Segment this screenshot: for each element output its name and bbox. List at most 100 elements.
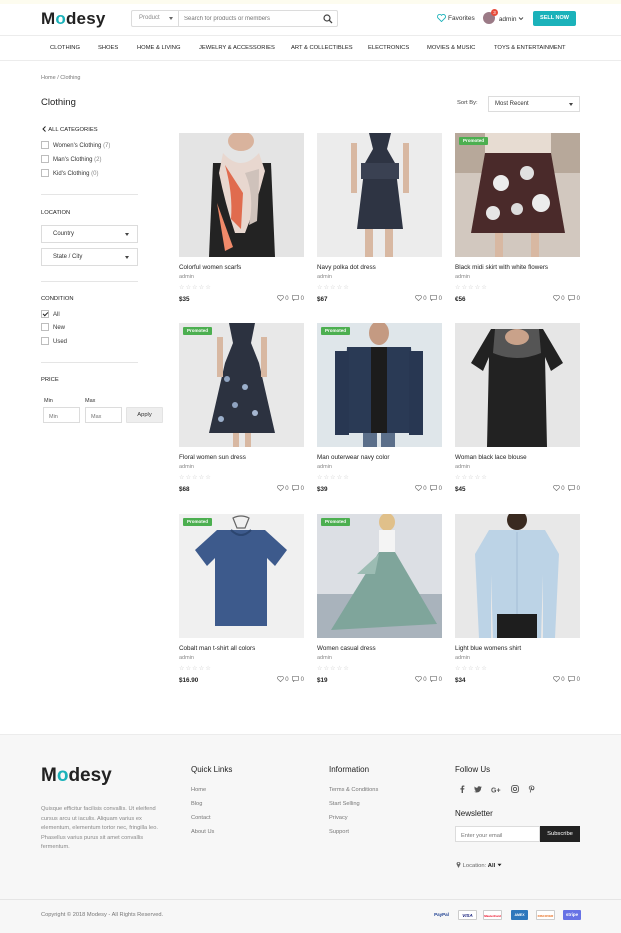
product-card[interactable]: Light blue womens shirt admin ☆☆☆☆☆ $34 …	[455, 514, 580, 689]
apply-button[interactable]: Apply	[126, 407, 163, 423]
product-card[interactable]: Promoted Black midi skirt with white flo…	[455, 133, 580, 308]
all-categories-link[interactable]: ALL CATEGORIES	[42, 126, 98, 133]
nav-item-shoes[interactable]: SHOES	[98, 45, 118, 51]
location-selector[interactable]: Location: All	[456, 861, 502, 869]
checkbox[interactable]	[41, 155, 49, 163]
heart-icon[interactable]	[414, 485, 422, 492]
product-card[interactable]: Promoted Man outerwear navy color admin …	[317, 323, 442, 498]
country-select[interactable]: Country	[41, 225, 138, 243]
product-image[interactable]: Promoted	[317, 323, 442, 447]
product-title[interactable]: Colorful women scarfs	[179, 264, 241, 271]
product-card[interactable]: Colorful women scarfs admin ☆☆☆☆☆ $35 0 …	[179, 133, 304, 308]
heart-icon[interactable]	[552, 295, 560, 302]
product-card[interactable]: Promoted Floral women sun dress admin ☆☆…	[179, 323, 304, 498]
search-icon[interactable]	[323, 14, 333, 24]
product-card[interactable]: Promoted Women casual dress admin ☆☆☆☆☆ …	[317, 514, 442, 689]
footer-link-contact[interactable]: Contact	[191, 815, 211, 821]
product-card[interactable]: Woman black lace blouse admin ☆☆☆☆☆ $45 …	[455, 323, 580, 498]
checkbox[interactable]	[41, 337, 49, 345]
nav-item-toys[interactable]: TOYS & ENTERTAINMENT	[494, 45, 566, 51]
state-city-select[interactable]: State / City	[41, 248, 138, 266]
product-seller[interactable]: admin	[179, 655, 194, 661]
sort-selected-value: Most Recent	[495, 101, 529, 107]
checkbox[interactable]	[41, 323, 49, 331]
heart-icon[interactable]	[276, 485, 284, 492]
product-card[interactable]: Promoted Cobalt man t-shirt all colors a…	[179, 514, 304, 689]
product-image[interactable]	[179, 133, 304, 257]
product-image[interactable]	[317, 133, 442, 257]
checkbox-checked[interactable]	[41, 310, 49, 318]
product-image[interactable]: Promoted	[317, 514, 442, 638]
footer-link-home[interactable]: Home	[191, 787, 206, 793]
footer-link-about[interactable]: About Us	[191, 829, 214, 835]
user-menu[interactable]: 3 admin	[483, 9, 524, 24]
sell-now-button[interactable]: SELL NOW	[533, 11, 576, 26]
footer-link-support[interactable]: Support	[329, 829, 349, 835]
product-seller[interactable]: admin	[317, 274, 332, 280]
heart-icon[interactable]	[414, 676, 422, 683]
product-image[interactable]: Promoted	[179, 323, 304, 447]
google-plus-icon[interactable]: G+	[491, 786, 502, 795]
footer-logo[interactable]: Modesy	[41, 765, 112, 787]
search-input[interactable]	[180, 11, 320, 26]
favorites-link[interactable]: Favorites	[437, 14, 475, 23]
category-filter-mans[interactable]: Man's Clothing (2)	[41, 155, 102, 163]
pinterest-icon[interactable]	[528, 785, 535, 793]
checkbox[interactable]	[41, 141, 49, 149]
heart-icon[interactable]	[552, 485, 560, 492]
blue-shirt-image	[455, 514, 580, 638]
newsletter-email-input[interactable]	[455, 826, 540, 842]
product-image[interactable]	[455, 323, 580, 447]
nav-item-jewelry[interactable]: JEWELRY & ACCESSORIES	[199, 45, 275, 51]
condition-new[interactable]: New	[41, 323, 65, 331]
max-price-input[interactable]	[85, 407, 122, 423]
product-title[interactable]: Floral women sun dress	[179, 454, 246, 461]
nav-item-movies[interactable]: MOVIES & MUSIC	[427, 45, 475, 51]
nav-item-home-living[interactable]: HOME & LIVING	[137, 45, 181, 51]
min-price-input[interactable]	[43, 407, 80, 423]
checkbox[interactable]	[41, 169, 49, 177]
product-seller[interactable]: admin	[455, 274, 470, 280]
footer-link-terms[interactable]: Terms & Conditions	[329, 787, 378, 793]
site-logo[interactable]: Modesy	[41, 9, 106, 29]
product-seller[interactable]: admin	[455, 464, 470, 470]
product-seller[interactable]: admin	[455, 655, 470, 661]
footer-link-start-selling[interactable]: Start Selling	[329, 801, 360, 807]
product-title[interactable]: Light blue womens shirt	[455, 645, 521, 652]
heart-icon[interactable]	[276, 676, 284, 683]
sort-select[interactable]: Most Recent	[488, 96, 580, 112]
heart-icon[interactable]	[276, 295, 284, 302]
facebook-icon[interactable]	[459, 785, 465, 793]
product-title[interactable]: Woman black lace blouse	[455, 454, 527, 461]
product-seller[interactable]: admin	[317, 655, 332, 661]
product-image[interactable]	[455, 514, 580, 638]
breadcrumb[interactable]: Home / Clothing	[41, 75, 80, 81]
category-filter-kids[interactable]: Kid's Clothing (0)	[41, 169, 99, 177]
product-seller[interactable]: admin	[179, 274, 194, 280]
heart-icon[interactable]	[552, 676, 560, 683]
product-card[interactable]: Navy polka dot dress admin ☆☆☆☆☆ $67 0 0	[317, 133, 442, 308]
footer-link-blog[interactable]: Blog	[191, 801, 202, 807]
product-title[interactable]: Cobalt man t-shirt all colors	[179, 645, 255, 652]
subscribe-button[interactable]: Subscribe	[540, 826, 580, 842]
footer-link-privacy[interactable]: Privacy	[329, 815, 348, 821]
product-seller[interactable]: admin	[179, 464, 194, 470]
nav-item-clothing[interactable]: CLOTHING	[50, 45, 80, 51]
instagram-icon[interactable]	[511, 785, 519, 793]
condition-all[interactable]: All	[41, 310, 60, 318]
product-title[interactable]: Black midi skirt with white flowers	[455, 264, 548, 271]
rating-stars: ☆☆☆☆☆	[317, 285, 350, 291]
nav-item-electronics[interactable]: ELECTRONICS	[368, 45, 409, 51]
search-category-select[interactable]: Product	[132, 11, 179, 26]
product-seller[interactable]: admin	[317, 464, 332, 470]
twitter-icon[interactable]	[473, 786, 482, 793]
product-title[interactable]: Navy polka dot dress	[317, 264, 376, 271]
product-image[interactable]: Promoted	[179, 514, 304, 638]
product-image[interactable]: Promoted	[455, 133, 580, 257]
nav-item-art[interactable]: ART & COLLECTIBLES	[291, 45, 353, 51]
condition-used[interactable]: Used	[41, 337, 67, 345]
heart-icon[interactable]	[414, 295, 422, 302]
product-title[interactable]: Women casual dress	[317, 645, 376, 652]
product-title[interactable]: Man outerwear navy color	[317, 454, 389, 461]
category-filter-womens[interactable]: Women's Clothing (7)	[41, 141, 110, 149]
